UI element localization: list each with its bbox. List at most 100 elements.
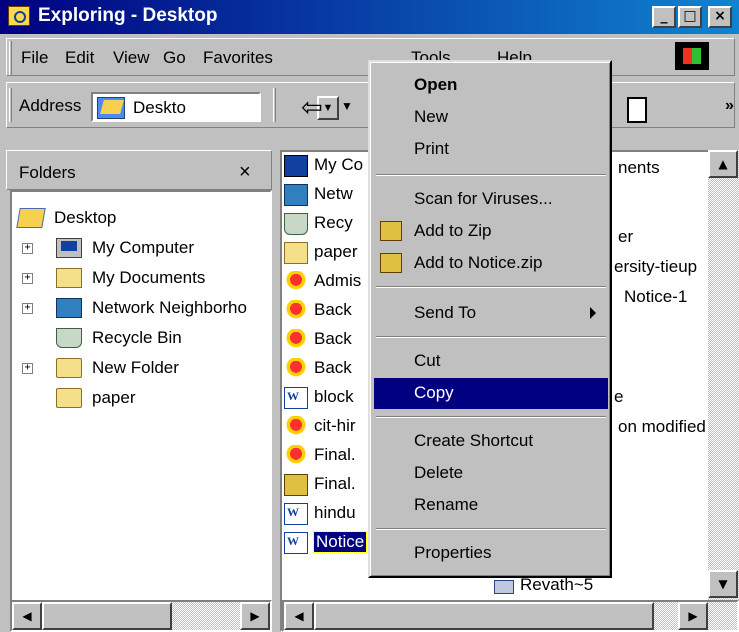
menu-item-cut[interactable]: Cut — [374, 346, 608, 377]
tree-item-label: New Folder — [92, 358, 179, 377]
toolbar-grip[interactable] — [273, 88, 276, 122]
toolbar-more-chevron[interactable]: » — [725, 97, 734, 115]
tree-item-label: My Computer — [92, 238, 195, 257]
folder-tree[interactable]: Desktop + My Computer + My Documents + N… — [10, 190, 272, 632]
file-name: Back — [314, 300, 352, 319]
network-icon — [284, 184, 308, 206]
scroll-thumb[interactable] — [42, 602, 172, 630]
psd-icon — [494, 580, 514, 594]
folders-pane: Folders × Desktop + My Computer + My Doc… — [6, 150, 272, 632]
context-menu: Open New Print Scan for Viruses... Add t… — [368, 60, 612, 578]
scroll-right-button[interactable]: ▶ — [678, 602, 708, 630]
menu-item-label: Send To — [414, 303, 477, 322]
menu-go[interactable]: Go — [163, 48, 186, 68]
scroll-left-button[interactable]: ◀ — [284, 602, 314, 630]
menu-edit[interactable]: Edit — [65, 48, 94, 68]
tree-item-desktop[interactable]: Desktop — [12, 204, 274, 234]
explorer-app-icon[interactable] — [8, 6, 30, 26]
menu-item-add-to-zip[interactable]: Add to Zip — [374, 216, 608, 247]
menu-item-label: Add to Zip — [414, 221, 492, 240]
expand-icon[interactable]: + — [22, 243, 33, 254]
tree-item-paper[interactable]: paper — [12, 384, 274, 414]
tree-item-label: Desktop — [54, 208, 117, 227]
file-list-vertical-scrollbar[interactable]: ▲ ▼ — [708, 150, 739, 600]
menu-item-label: Copy — [414, 383, 454, 402]
address-combobox[interactable]: Deskto ▼ — [91, 92, 339, 122]
tree-item-my-computer[interactable]: + My Computer — [12, 234, 274, 264]
file-name: hindu — [314, 503, 356, 522]
close-button[interactable]: × — [708, 6, 732, 28]
tree-item-recycle-bin[interactable]: Recycle Bin — [12, 324, 274, 354]
paste-icon[interactable] — [627, 97, 647, 123]
tree-item-label: My Documents — [92, 268, 206, 287]
back-arrow-icon[interactable]: ⇦ — [301, 93, 323, 123]
expand-icon[interactable]: + — [22, 303, 33, 314]
back-dropdown-icon[interactable]: ▼ — [341, 99, 353, 113]
menu-item-create-shortcut[interactable]: Create Shortcut — [374, 426, 608, 457]
menu-item-copy[interactable]: Copy — [374, 378, 608, 409]
documents-folder-icon — [56, 268, 82, 288]
menu-item-label: Delete — [414, 463, 464, 482]
address-value: Deskto — [133, 98, 186, 117]
menu-favorites[interactable]: Favorites — [203, 48, 273, 68]
menu-item-scan-for-viruses[interactable]: Scan for Viruses... — [374, 184, 608, 215]
file-name: Final. — [314, 474, 356, 493]
tree-item-network-neighborhood[interactable]: + Network Neighborho — [12, 294, 274, 324]
menu-item-send-to[interactable]: Send To — [374, 298, 608, 329]
file-name: nents — [618, 158, 660, 177]
balloon-icon — [284, 358, 308, 380]
scroll-up-button[interactable]: ▲ — [708, 150, 738, 178]
winzip-icon — [380, 253, 402, 273]
word-doc-icon — [284, 503, 308, 525]
menu-item-rename[interactable]: Rename — [374, 490, 608, 521]
scroll-left-button[interactable]: ◀ — [12, 602, 42, 630]
folder-icon — [284, 242, 308, 264]
scroll-down-button[interactable]: ▼ — [708, 570, 738, 598]
menu-item-label: Create Shortcut — [414, 431, 534, 450]
menu-item-delete[interactable]: Delete — [374, 458, 608, 489]
file-name: Revath~5 — [520, 575, 594, 594]
file-list-horizontal-scrollbar[interactable]: ◀ ▶ — [282, 600, 739, 632]
menu-file[interactable]: File — [21, 48, 48, 68]
maximize-button[interactable]: □ — [678, 6, 702, 28]
menu-item-print[interactable]: Print — [374, 134, 608, 165]
balloon-icon — [284, 271, 308, 293]
expand-icon[interactable]: + — [22, 363, 33, 374]
file-name: paper — [314, 242, 358, 261]
window-title: Exploring - Desktop — [38, 5, 218, 26]
folders-horizontal-scrollbar[interactable]: ◀ ▶ — [10, 600, 272, 632]
menu-item-label: New — [414, 107, 449, 126]
menu-item-label: Scan for Viruses... — [414, 189, 553, 208]
minimize-button[interactable]: _ — [652, 6, 676, 28]
balloon-icon — [284, 300, 308, 322]
menu-separator — [376, 336, 606, 338]
balloon-icon — [284, 416, 308, 438]
menu-view[interactable]: View — [113, 48, 150, 68]
submenu-arrow-icon — [590, 307, 596, 319]
folders-close-button[interactable]: × — [239, 161, 251, 184]
scroll-thumb[interactable] — [314, 602, 654, 630]
tree-item-label: Network Neighborho — [92, 298, 247, 317]
menu-separator — [376, 286, 606, 288]
word-doc-icon — [284, 387, 308, 409]
title-bar[interactable]: Exploring - Desktop _ □ × — [0, 0, 739, 34]
scroll-right-button[interactable]: ▶ — [240, 602, 270, 630]
menubar-grip[interactable] — [9, 41, 12, 75]
folder-icon — [56, 358, 82, 378]
addressbar-grip[interactable] — [9, 88, 12, 122]
recycle-bin-icon — [284, 213, 308, 235]
menu-item-label: Print — [414, 139, 449, 158]
desktop-icon — [97, 97, 125, 119]
expand-icon[interactable]: + — [22, 273, 33, 284]
file-name: Back — [314, 329, 352, 348]
menu-item-properties[interactable]: Properties — [374, 538, 608, 569]
tree-item-new-folder[interactable]: + New Folder — [12, 354, 274, 384]
winzip-icon — [380, 221, 402, 241]
file-name: Netw — [314, 184, 353, 203]
menu-item-new[interactable]: New — [374, 102, 608, 133]
menu-item-label: Rename — [414, 495, 479, 514]
balloon-icon — [284, 329, 308, 351]
menu-item-open[interactable]: Open — [374, 70, 608, 101]
tree-item-my-documents[interactable]: + My Documents — [12, 264, 274, 294]
menu-item-add-to-notice-zip[interactable]: Add to Notice.zip — [374, 248, 608, 279]
